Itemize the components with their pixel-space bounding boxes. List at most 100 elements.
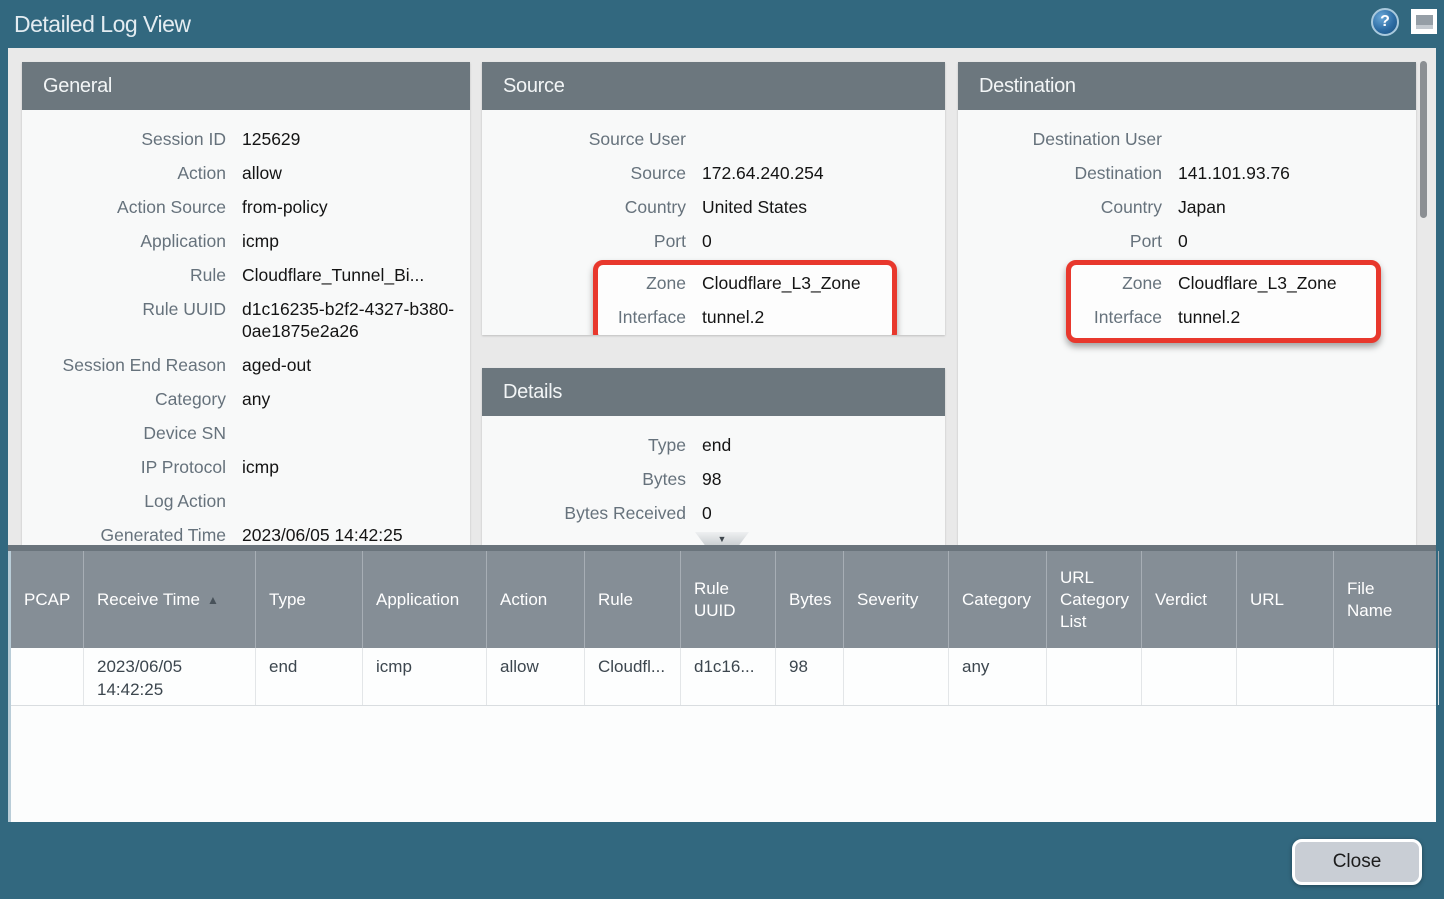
field-row-generated-time: Generated Time 2023/06/05 14:42:25 (22, 519, 470, 545)
column-label: Bytes (789, 589, 832, 611)
destination-panel-body: Destination User Destination 141.101.93.… (958, 110, 1416, 343)
cell-category[interactable]: any (949, 648, 1047, 705)
details-panel-header: Details (482, 368, 945, 416)
column-label: Rule UUID (694, 578, 767, 622)
cell-text: any (962, 657, 989, 676)
cell-severity[interactable] (844, 648, 949, 705)
field-value: Cloudflare_L3_Zone (702, 272, 886, 294)
field-row-source-zone: Zone Cloudflare_L3_Zone (598, 267, 892, 301)
cell-pcap[interactable] (11, 648, 84, 705)
general-panel: General Session ID 125629 Action allow A… (22, 62, 470, 545)
cell-application[interactable]: icmp (363, 648, 487, 705)
column-label: Application (376, 589, 459, 611)
cell-rule-uuid[interactable]: d1c16... (681, 648, 776, 705)
cell-receive-time[interactable]: 2023/06/05 14:42:25 (84, 648, 256, 705)
field-row-destination-port: Port 0 (958, 225, 1416, 259)
field-value: allow (242, 162, 464, 184)
field-label: Country (482, 196, 686, 218)
field-label: Session End Reason (22, 354, 226, 376)
cell-verdict[interactable] (1142, 648, 1237, 705)
column-header-severity[interactable]: Severity (844, 551, 949, 648)
column-label: URL (1250, 589, 1284, 611)
column-header-receive-time[interactable]: Receive Time ▲ (84, 551, 256, 648)
cell-action[interactable]: allow (487, 648, 585, 705)
field-label: Action (22, 162, 226, 184)
field-label: Source (482, 162, 686, 184)
column-header-url-category-list[interactable]: URL Category List (1047, 551, 1142, 648)
title-bar: Detailed Log View ? (0, 0, 1444, 48)
field-label: Interface (1071, 306, 1162, 328)
field-value: United States (702, 196, 939, 218)
field-row-destination-interface: Interface tunnel.2 (1071, 301, 1376, 335)
column-header-verdict[interactable]: Verdict (1142, 551, 1237, 648)
field-row-source-address: Source 172.64.240.254 (482, 157, 945, 191)
column-label: Category (962, 589, 1031, 611)
column-label: File Name (1347, 578, 1409, 622)
field-value: 0 (702, 230, 939, 252)
window-icon[interactable] (1411, 9, 1437, 34)
close-button[interactable]: Close (1292, 839, 1422, 885)
field-row-bytes-received: Bytes Received 0 (482, 497, 945, 531)
column-header-rule[interactable]: Rule (585, 551, 681, 648)
destination-panel-header: Destination (958, 62, 1416, 110)
field-value: 0 (702, 502, 939, 524)
log-table-row[interactable]: 2023/06/05 14:42:25 end icmp allow Cloud… (11, 648, 1436, 706)
column-header-file-name[interactable]: File Name (1334, 551, 1439, 648)
field-row-type: Type end (482, 429, 945, 463)
field-row-rule-uuid: Rule UUID d1c16235-b2f2-4327-b380-0ae187… (22, 293, 470, 349)
field-value (1178, 128, 1410, 150)
cell-text: end (269, 657, 297, 676)
field-label: Bytes (482, 468, 686, 490)
cell-type[interactable]: end (256, 648, 363, 705)
window-icon-inner (1416, 15, 1433, 29)
field-row-rule: Rule Cloudflare_Tunnel_Bi... (22, 259, 470, 293)
source-panel-header: Source (482, 62, 945, 110)
field-value: end (702, 434, 939, 456)
column-header-action[interactable]: Action (487, 551, 585, 648)
column-header-rule-uuid[interactable]: Rule UUID (681, 551, 776, 648)
help-icon[interactable]: ? (1371, 8, 1399, 36)
column-header-pcap[interactable]: PCAP (11, 551, 84, 648)
cell-text: d1c16... (694, 657, 755, 676)
vertical-scrollbar-thumb[interactable] (1420, 61, 1427, 218)
cell-bytes[interactable]: 98 (776, 648, 844, 705)
field-value: tunnel.2 (1178, 306, 1370, 328)
source-panel: Source Source User Source 172.64.240.254… (482, 62, 945, 335)
sort-asc-icon: ▲ (207, 589, 219, 611)
source-zone-highlight-box: Zone Cloudflare_L3_Zone Interface tunnel… (593, 260, 897, 335)
details-panel: Details Type end Bytes 98 Bytes Received… (482, 368, 945, 545)
field-value: 172.64.240.254 (702, 162, 939, 184)
source-panel-body: Source User Source 172.64.240.254 Countr… (482, 110, 945, 335)
field-row-destination-user: Destination User (958, 123, 1416, 157)
column-label: Rule (598, 589, 633, 611)
field-label: Destination (958, 162, 1162, 184)
field-label: Device SN (22, 422, 226, 444)
field-row-destination-country: Country Japan (958, 191, 1416, 225)
field-row-source-port: Port 0 (482, 225, 945, 259)
field-row-source-user: Source User (482, 123, 945, 157)
field-row-destination-address: Destination 141.101.93.76 (958, 157, 1416, 191)
field-label: Session ID (22, 128, 226, 150)
field-value: 141.101.93.76 (1178, 162, 1410, 184)
field-value: d1c16235-b2f2-4327-b380-0ae1875e2a26 (242, 298, 464, 342)
field-label: Action Source (22, 196, 226, 218)
cell-rule[interactable]: Cloudfl... (585, 648, 681, 705)
field-value: 2023/06/05 14:42:25 (242, 524, 464, 545)
column-header-url[interactable]: URL (1237, 551, 1334, 648)
cell-url-category-list[interactable] (1047, 648, 1142, 705)
column-header-bytes[interactable]: Bytes (776, 551, 844, 648)
column-header-application[interactable]: Application (363, 551, 487, 648)
field-value (702, 128, 939, 150)
cell-file-name[interactable] (1334, 648, 1439, 705)
column-header-type[interactable]: Type (256, 551, 363, 648)
field-value: Japan (1178, 196, 1410, 218)
cell-url[interactable] (1237, 648, 1334, 705)
field-row-session-end-reason: Session End Reason aged-out (22, 349, 470, 383)
field-label: Source User (482, 128, 686, 150)
field-value: 0 (1178, 230, 1410, 252)
column-header-category[interactable]: Category (949, 551, 1047, 648)
column-label: PCAP (24, 589, 70, 611)
field-label: Zone (598, 272, 686, 294)
field-row-bytes: Bytes 98 (482, 463, 945, 497)
cell-text: 2023/06/05 14:42:25 (97, 657, 182, 699)
